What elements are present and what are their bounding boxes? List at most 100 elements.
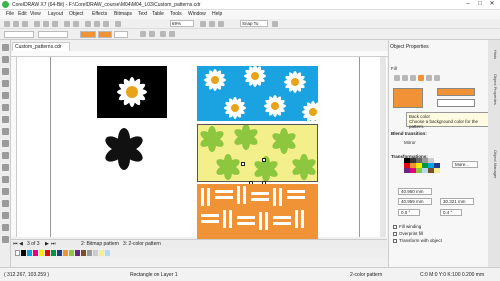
fill-winding-checkbox[interactable]: [393, 225, 397, 229]
menu-text[interactable]: Text: [138, 11, 147, 17]
artistic-media-tool-icon[interactable]: [2, 104, 9, 111]
swatch-pale-blue[interactable]: [105, 250, 110, 256]
save-icon[interactable]: [22, 21, 28, 27]
text-tool-icon[interactable]: [2, 152, 9, 159]
close-button[interactable]: ✕: [486, 1, 498, 8]
swatch-none[interactable]: [15, 250, 20, 256]
swatch-black[interactable]: [21, 250, 26, 256]
pick-tool-icon[interactable]: [2, 44, 9, 51]
previous-page-icon[interactable]: ◀: [19, 241, 23, 247]
parallel-dimension-tool-icon[interactable]: [2, 164, 9, 171]
bitmap-pattern-fill-icon[interactable]: [434, 75, 440, 81]
export-icon[interactable]: [103, 21, 109, 27]
object-size-field[interactable]: [38, 31, 68, 38]
menu-object[interactable]: Object: [69, 11, 83, 17]
menu-table[interactable]: Table: [152, 11, 164, 17]
connector-tool-icon[interactable]: [2, 176, 9, 183]
black-flower-shape[interactable]: [103, 128, 145, 170]
next-page-icon[interactable]: ▶: [45, 241, 49, 247]
menu-window[interactable]: Window: [188, 11, 206, 17]
swatch-green[interactable]: [51, 250, 56, 256]
skew-angle-field[interactable]: 0.4 °: [440, 209, 462, 216]
daisy-pattern-rectangle[interactable]: [197, 66, 318, 121]
edit-fill-icon[interactable]: [169, 31, 175, 37]
copy-icon[interactable]: [43, 21, 49, 27]
shape-tool-icon[interactable]: [2, 56, 9, 63]
options-icon[interactable]: [272, 21, 278, 27]
paste-icon[interactable]: [52, 21, 58, 27]
grid-icon[interactable]: [218, 21, 224, 27]
freehand-tool-icon[interactable]: [2, 92, 9, 99]
swatch-gray[interactable]: [87, 250, 92, 256]
swatch-cyan[interactable]: [27, 250, 32, 256]
swatch-blue[interactable]: [57, 250, 62, 256]
swatch-brown[interactable]: [81, 250, 86, 256]
fountain-fill-icon[interactable]: [410, 75, 416, 81]
tab-hints[interactable]: Hints: [490, 50, 498, 59]
cut-icon[interactable]: [34, 21, 40, 27]
two-color-pattern-fill-icon[interactable]: [418, 75, 424, 81]
pattern-x-field[interactable]: 30.321 mm: [440, 198, 474, 205]
zoom-tool-icon[interactable]: [2, 80, 9, 87]
snap-to-dropdown[interactable]: Snap To: [240, 20, 268, 27]
full-screen-icon[interactable]: [200, 21, 206, 27]
tab-object-properties[interactable]: Object Properties: [490, 74, 498, 105]
search-icon[interactable]: [85, 21, 91, 27]
rotation-angle-field[interactable]: 0.0 °: [398, 209, 420, 216]
polygon-tool-icon[interactable]: [2, 140, 9, 147]
new-document-icon[interactable]: [4, 21, 10, 27]
pattern-origin-handle[interactable]: [241, 162, 245, 166]
menu-file[interactable]: File: [6, 11, 14, 17]
menu-edit[interactable]: Edit: [18, 11, 27, 17]
redo-icon[interactable]: [73, 21, 79, 27]
menu-effects[interactable]: Effects: [92, 11, 107, 17]
mirror-icon[interactable]: [140, 31, 146, 37]
no-fill-icon[interactable]: [394, 75, 400, 81]
green-flower-pattern-rectangle[interactable]: [197, 124, 318, 182]
swatch-magenta[interactable]: [33, 250, 38, 256]
ellipse-tool-icon[interactable]: [2, 128, 9, 135]
swatch-orange[interactable]: [63, 250, 68, 256]
crop-tool-icon[interactable]: [2, 68, 9, 75]
rectangle-tool-icon[interactable]: [2, 116, 9, 123]
swatch-yellow[interactable]: [39, 250, 44, 256]
pattern-preview-swatch[interactable]: [80, 31, 96, 38]
color-picker-grid[interactable]: [404, 158, 452, 180]
swatch-red[interactable]: [45, 250, 50, 256]
menu-layout[interactable]: Layout: [48, 11, 63, 17]
transform-icon[interactable]: [149, 31, 155, 37]
undo-icon[interactable]: [64, 21, 70, 27]
transform-with-object-checkbox[interactable]: [393, 239, 397, 243]
drop-shadow-tool-icon[interactable]: [2, 188, 9, 195]
pdf-icon[interactable]: [115, 21, 121, 27]
x-position-field[interactable]: [4, 31, 34, 38]
page-tab-bitmap-pattern[interactable]: 2: Bitmap pattern: [81, 241, 119, 247]
interactive-fill-tool-icon[interactable]: [2, 224, 9, 231]
front-color-picker[interactable]: [437, 88, 475, 96]
swatch-pale-yellow[interactable]: [99, 250, 104, 256]
orange-2-color-pattern-rectangle[interactable]: [197, 184, 318, 240]
minimize-button[interactable]: –: [462, 1, 474, 8]
maximize-button[interactable]: □: [474, 1, 486, 8]
first-page-icon[interactable]: ⏮: [13, 241, 18, 247]
menu-help[interactable]: Help: [212, 11, 222, 17]
copy-fill-icon[interactable]: [160, 31, 166, 37]
swatch-light-gray[interactable]: [93, 250, 98, 256]
daisy-photo-rectangle[interactable]: [97, 66, 167, 118]
back-color-picker[interactable]: [437, 99, 475, 107]
menu-tools[interactable]: Tools: [170, 11, 182, 17]
pattern-scale-handle[interactable]: [262, 158, 266, 162]
pattern-height-field[interactable]: 40.959 mm: [398, 198, 432, 205]
front-color-swatch[interactable]: [98, 31, 112, 38]
rulers-icon[interactable]: [209, 21, 215, 27]
pattern-width-field[interactable]: 40.950 mm: [398, 188, 432, 195]
menu-bitmaps[interactable]: Bitmaps: [114, 11, 132, 17]
last-page-icon[interactable]: ⏭: [51, 241, 56, 247]
pattern-thumbnail[interactable]: [393, 88, 423, 108]
smart-fill-tool-icon[interactable]: [2, 236, 9, 243]
page-tab-2-color-pattern[interactable]: 3: 2-color pattern: [123, 241, 161, 247]
more-colors-button[interactable]: More...: [452, 161, 478, 168]
uniform-fill-icon[interactable]: [402, 75, 408, 81]
import-icon[interactable]: [94, 21, 100, 27]
transparency-tool-icon[interactable]: [2, 200, 9, 207]
